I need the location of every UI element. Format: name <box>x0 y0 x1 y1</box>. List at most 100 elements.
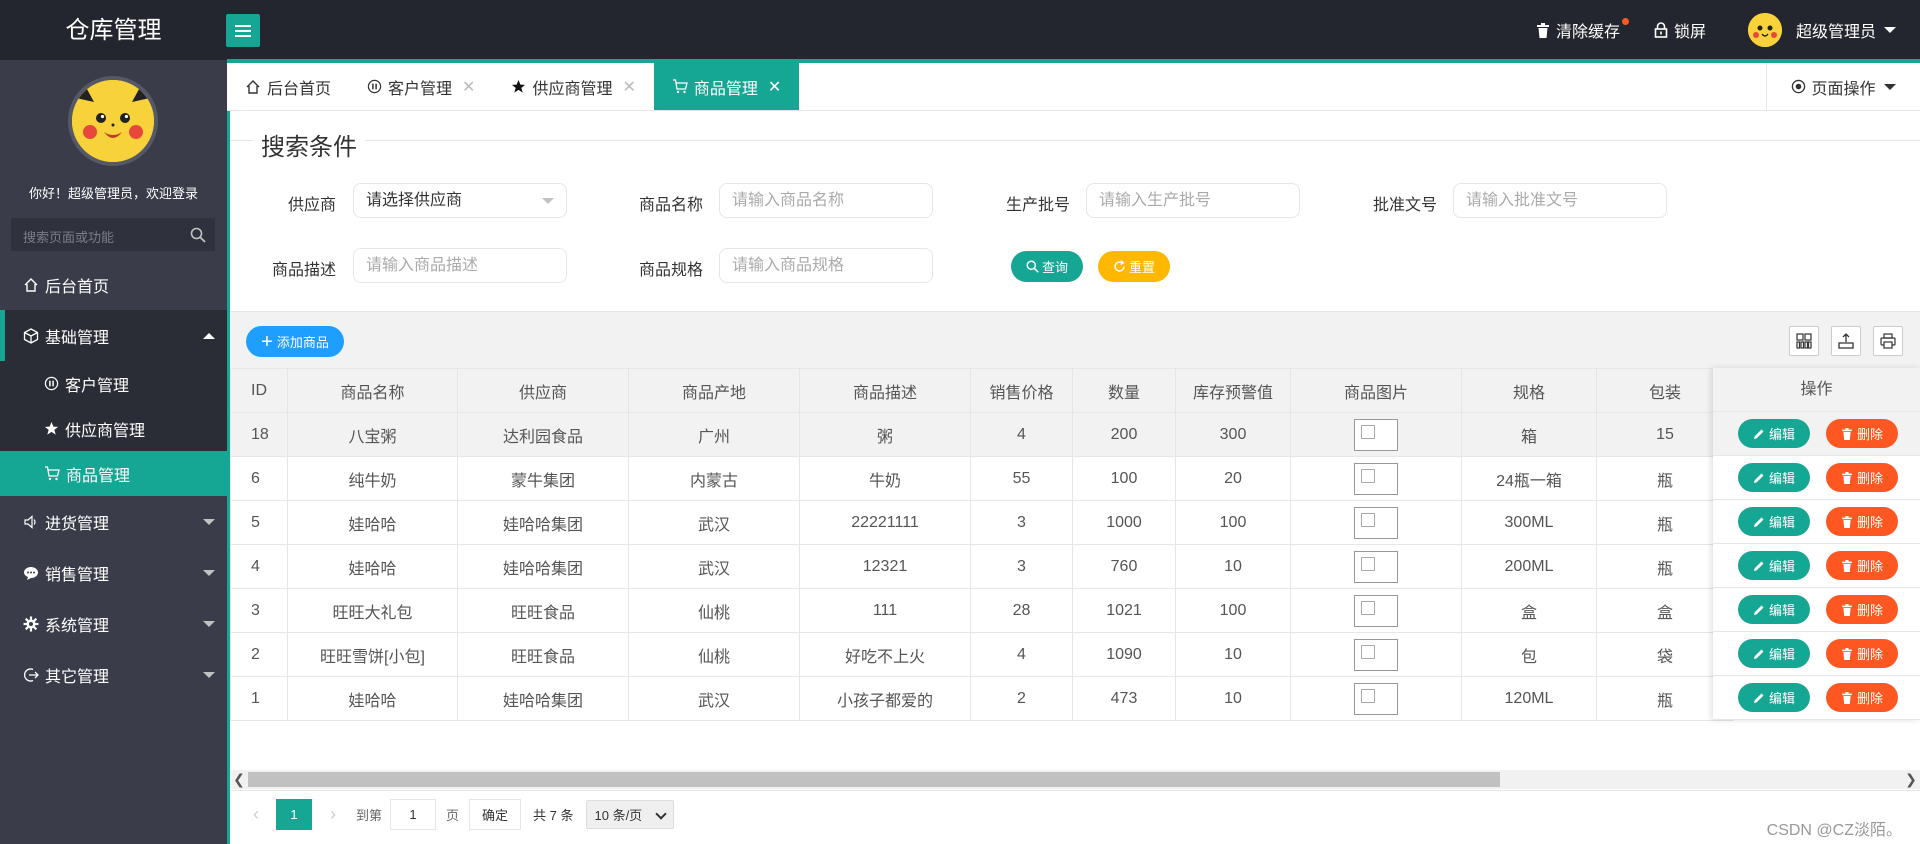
cell-id: 4 <box>230 544 288 589</box>
broken-image-icon[interactable] <box>1354 682 1398 715</box>
approval-input[interactable]: 请输入批准文号 <box>1453 183 1667 218</box>
batch-input[interactable]: 请输入生产批号 <box>1086 183 1300 218</box>
cell-supplier: 旺旺食品 <box>457 588 629 633</box>
sidebar-item-customer[interactable]: 客户管理 <box>0 361 227 406</box>
broken-image-icon[interactable] <box>1354 418 1398 451</box>
delete-button[interactable]: 删除 <box>1826 507 1898 536</box>
edit-button[interactable]: 编辑 <box>1738 595 1810 624</box>
pencil-icon <box>1753 605 1764 615</box>
cell-qty: 100 <box>1072 456 1176 501</box>
broken-image-icon[interactable] <box>1354 506 1398 539</box>
close-icon[interactable]: ✕ <box>622 77 635 97</box>
lock-screen-button[interactable]: 锁屏 <box>1654 18 1706 42</box>
col-header-qty[interactable]: 数量 <box>1072 368 1176 413</box>
cell-origin: 武汉 <box>628 500 800 545</box>
close-icon[interactable]: ✕ <box>768 77 781 97</box>
desc-input[interactable]: 请输入商品描述 <box>353 248 567 283</box>
edit-button[interactable]: 编辑 <box>1738 683 1810 712</box>
sidebar-item-home[interactable]: 后台首页 <box>0 259 227 310</box>
spec-label: 商品规格 <box>638 262 703 279</box>
query-button[interactable]: 查询 <box>1011 251 1083 282</box>
table-horizontal-scrollbar[interactable]: ❮ ❯ <box>230 770 1920 789</box>
scroll-left-icon[interactable]: ❮ <box>230 770 248 789</box>
user-menu[interactable]: 超级管理员 <box>1747 13 1896 47</box>
supplier-select[interactable]: 请选择供应商 <box>353 183 567 218</box>
col-header-spec[interactable]: 规格 <box>1461 368 1597 413</box>
sidebar-search-placeholder: 搜索页面或功能 <box>23 230 115 245</box>
page-operations-dropdown[interactable]: 页面操作 <box>1766 63 1920 110</box>
col-header-origin[interactable]: 商品产地 <box>628 368 800 413</box>
sidebar-item-basic[interactable]: 基础管理 <box>0 310 227 361</box>
goods-name-input[interactable]: 请输入商品名称 <box>719 183 933 218</box>
desc-label: 商品描述 <box>271 262 336 279</box>
table-row[interactable]: 1 娃哈哈 娃哈哈集团 武汉 小孩子都爱的 2 473 10 120ML 瓶 <box>230 676 1734 721</box>
table-row[interactable]: 2 旺旺雪饼[小包] 旺旺食品 仙桃 好吃不上火 4 1090 10 包 袋 <box>230 632 1734 677</box>
edit-button[interactable]: 编辑 <box>1738 639 1810 668</box>
delete-button[interactable]: 删除 <box>1826 595 1898 624</box>
sidebar-item-goods[interactable]: 商品管理 <box>0 451 227 496</box>
scroll-right-icon[interactable]: ❯ <box>1902 770 1920 789</box>
goto-confirm-button[interactable]: 确定 <box>469 799 522 830</box>
table-row[interactable]: 3 旺旺大礼包 旺旺食品 仙桃 111 28 1021 100 盒 盒 <box>230 588 1734 633</box>
cell-qty: 1090 <box>1072 632 1176 677</box>
edit-button-label: 编辑 <box>1768 647 1795 662</box>
export-button[interactable] <box>1831 326 1861 356</box>
clear-cache-button[interactable]: 清除缓存 <box>1536 18 1629 42</box>
ops-row: 编辑 删除 <box>1713 632 1920 676</box>
user-name: 超级管理员 <box>1795 24 1876 41</box>
page-size-select[interactable]: 10 条/页 <box>585 800 674 829</box>
col-header-price[interactable]: 销售价格 <box>970 368 1073 413</box>
tab-supplier[interactable]: 供应商管理 ✕ <box>493 63 653 110</box>
col-header-supplier[interactable]: 供应商 <box>457 368 629 413</box>
page-number-current[interactable]: 1 <box>276 799 312 830</box>
delete-button[interactable]: 删除 <box>1826 419 1898 448</box>
scrollbar-thumb[interactable] <box>248 772 1500 787</box>
sidebar-item-other[interactable]: 其它管理 <box>0 649 227 700</box>
ops-row: 编辑 删除 <box>1713 456 1920 500</box>
broken-image-icon[interactable] <box>1354 638 1398 671</box>
edit-button[interactable]: 编辑 <box>1738 419 1810 448</box>
print-button[interactable] <box>1873 326 1903 356</box>
tab-home[interactable]: 后台首页 <box>227 63 349 110</box>
page-ops-label: 页面操作 <box>1811 80 1876 98</box>
col-header-desc[interactable]: 商品描述 <box>799 368 971 413</box>
trash-icon <box>1842 427 1852 440</box>
delete-button[interactable]: 删除 <box>1826 683 1898 712</box>
tab-customer[interactable]: 客户管理 ✕ <box>349 63 493 110</box>
prev-page-icon[interactable]: ‹ <box>246 804 266 825</box>
edit-button[interactable]: 编辑 <box>1738 551 1810 580</box>
delete-button[interactable]: 删除 <box>1826 463 1898 492</box>
table-row[interactable]: 4 娃哈哈 娃哈哈集团 武汉 12321 3 760 10 200ML 瓶 <box>230 544 1734 589</box>
close-icon[interactable]: ✕ <box>462 77 475 97</box>
broken-image-icon[interactable] <box>1354 594 1398 627</box>
sidebar-item-sales[interactable]: 销售管理 <box>0 547 227 598</box>
col-header-image[interactable]: 商品图片 <box>1290 368 1462 413</box>
cell-supplier: 娃哈哈集团 <box>457 676 629 721</box>
col-header-id[interactable]: ID <box>230 368 288 413</box>
sidebar-item-system[interactable]: 系统管理 <box>0 598 227 649</box>
edit-button[interactable]: 编辑 <box>1738 507 1810 536</box>
delete-button[interactable]: 删除 <box>1826 639 1898 668</box>
add-goods-button[interactable]: + 添加商品 <box>246 326 344 357</box>
col-header-warn[interactable]: 库存预警值 <box>1175 368 1291 413</box>
tab-goods[interactable]: 商品管理 ✕ <box>653 63 800 110</box>
cell-desc: 111 <box>799 588 971 633</box>
menu-toggle-button[interactable] <box>226 14 260 47</box>
spec-input[interactable]: 请输入商品规格 <box>719 248 933 283</box>
sidebar-search-input[interactable]: 搜索页面或功能 <box>11 218 215 251</box>
delete-button[interactable]: 删除 <box>1826 551 1898 580</box>
sidebar-item-purchase[interactable]: 进货管理 <box>0 496 227 547</box>
broken-image-icon[interactable] <box>1354 462 1398 495</box>
broken-image-icon[interactable] <box>1354 550 1398 583</box>
edit-button[interactable]: 编辑 <box>1738 463 1810 492</box>
cell-price: 4 <box>970 632 1073 677</box>
table-row[interactable]: 5 娃哈哈 娃哈哈集团 武汉 22221111 3 1000 100 300ML… <box>230 500 1734 545</box>
reset-button[interactable]: 重置 <box>1098 251 1170 282</box>
col-header-name[interactable]: 商品名称 <box>287 368 458 413</box>
sidebar-item-supplier[interactable]: 供应商管理 <box>0 406 227 451</box>
table-row[interactable]: 18 八宝粥 达利园食品 广州 粥 4 200 300 箱 15 <box>230 412 1734 457</box>
goto-page-input[interactable]: 1 <box>390 799 437 830</box>
next-page-icon[interactable]: › <box>318 804 348 825</box>
table-row[interactable]: 6 纯牛奶 蒙牛集团 内蒙古 牛奶 55 100 20 24瓶一箱 瓶 <box>230 456 1734 501</box>
columns-filter-button[interactable] <box>1789 326 1819 356</box>
